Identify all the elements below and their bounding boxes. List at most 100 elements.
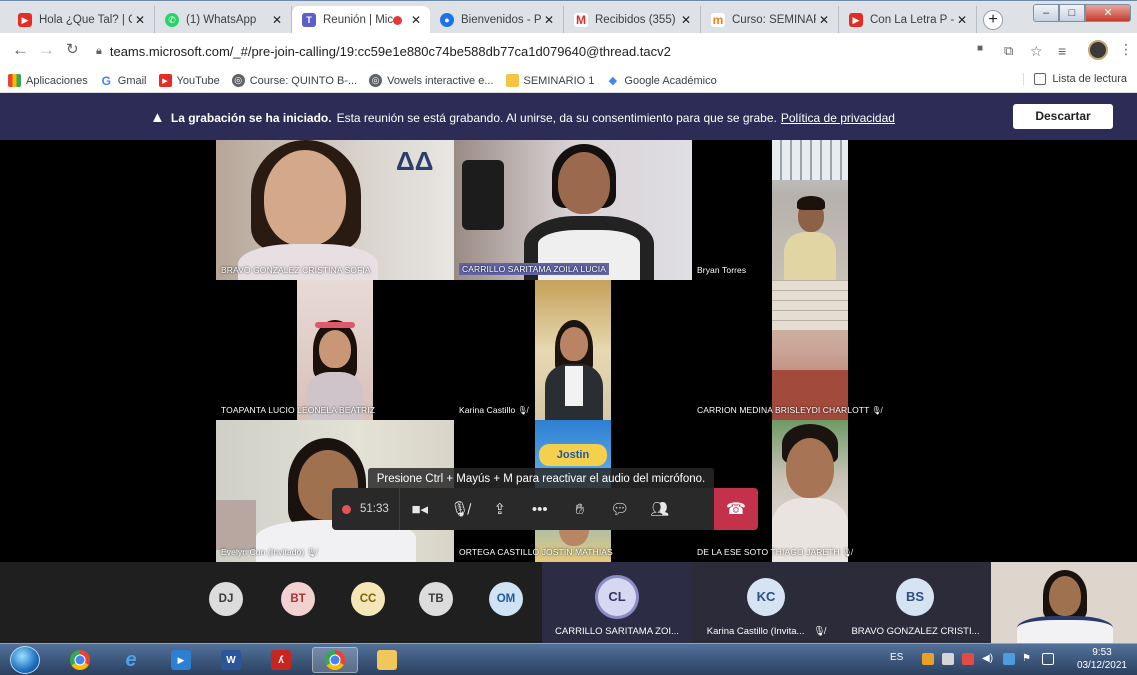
featured-name-text: Karina Castillo (Invita... xyxy=(706,626,805,637)
participant-tile[interactable]: Bryan Torres xyxy=(692,140,930,280)
privacy-policy-link[interactable]: Política de privacidad xyxy=(781,111,895,125)
bookmark-gmail[interactable]: G Gmail xyxy=(100,73,147,88)
bookmark-label: SEMINARIO 1 xyxy=(523,74,595,87)
tab-bienvenidos[interactable]: ● Bienvenidos - Prese ✕ xyxy=(430,6,564,34)
tab-reunion-teams[interactable]: T Reunión | Micr ✕ xyxy=(292,6,430,34)
tab-curso-seminario[interactable]: m Curso: SEMINARIO ✕ xyxy=(701,6,839,34)
bookmark-star-icon[interactable]: ☆ xyxy=(1030,43,1043,60)
camera-in-use-icon[interactable]: ■ xyxy=(977,43,983,54)
bookmark-course-quinto[interactable]: ◎ Course: QUINTO B-... xyxy=(231,74,357,87)
address-bar[interactable]: 🔒︎ teams.microsoft.com/_#/pre-join-calli… xyxy=(96,39,966,63)
bookmark-youtube[interactable]: ▶ YouTube xyxy=(158,74,220,87)
tab-hola-que-tal[interactable]: ▶ Hola ¿Que Tal? | Ca ✕ xyxy=(8,6,155,34)
participant-tile[interactable]: Karina Castillo 🎙︎̸ xyxy=(454,280,692,420)
reading-list-button[interactable]: Lista de lectura xyxy=(1023,73,1127,85)
profile-avatar[interactable] xyxy=(1088,40,1108,60)
windows-start-button[interactable] xyxy=(10,646,40,674)
participant-name-text: CARRION MEDINA BRISLEYDI CHARLOTT xyxy=(697,405,870,415)
self-view-video[interactable] xyxy=(991,562,1137,643)
featured-participant[interactable]: CL CARRILLO SARITAMA ZOI... xyxy=(542,562,692,643)
new-tab-button[interactable]: + xyxy=(983,10,1003,30)
participant-name: CARRILLO SARITAMA ZOILA LUCIA xyxy=(459,263,609,275)
share-screen-button[interactable]: ⇪ xyxy=(480,488,520,530)
network-icon[interactable] xyxy=(1003,653,1015,665)
tab-whatsapp[interactable]: ✆ (1) WhatsApp ✕ xyxy=(155,6,292,34)
whatsapp-icon: ✆ xyxy=(165,13,179,27)
share-icon[interactable]: ⧉ xyxy=(1004,43,1013,59)
featured-participant[interactable]: KC Karina Castillo (Invita... 🎙︎̸ xyxy=(692,562,840,643)
chrome-icon xyxy=(70,650,90,670)
bookmark-google-academico[interactable]: ◆ Google Académico xyxy=(606,74,717,88)
mic-off-icon: 🎙︎̸ xyxy=(450,501,470,518)
bookmark-seminario[interactable]: SEMINARIO 1 xyxy=(505,74,595,87)
tab-title: Hola ¿Que Tal? | Ca xyxy=(39,14,132,26)
avatar[interactable]: DJ xyxy=(209,582,243,616)
taskbar-word[interactable]: W xyxy=(208,647,254,673)
participant-tile-speaking[interactable]: CARRILLO SARITAMA ZOILA LUCIA xyxy=(454,140,692,280)
reload-icon[interactable]: ↻ xyxy=(66,41,79,59)
mic-off-icon: 🎙︎̸ xyxy=(517,406,528,415)
back-arrow-icon[interactable]: ← xyxy=(12,41,29,59)
featured-participant[interactable]: BS BRAVO GONZALEZ CRISTI... xyxy=(840,562,991,643)
close-tab-icon[interactable]: ✕ xyxy=(408,13,424,27)
taskbar-acrobat[interactable]: ʎ xyxy=(258,647,304,673)
close-window-button[interactable]: ✕ xyxy=(1085,4,1131,22)
close-tab-icon[interactable]: ✕ xyxy=(954,13,970,27)
taskbar-media-player[interactable]: ▶ xyxy=(158,647,204,673)
avatar[interactable]: CC xyxy=(351,582,385,616)
recording-banner: ▲ La grabación se ha iniciado. Esta reun… xyxy=(0,93,1137,140)
participant-tile[interactable]: ΔΔ BRAVO GONZALEZ CRISTINA SOFIA xyxy=(216,140,454,280)
minimize-button[interactable]: – xyxy=(1033,4,1059,22)
featured-name: BRAVO GONZALEZ CRISTI... xyxy=(851,626,980,637)
tab-letra-p[interactable]: ▶ Con La Letra P - Tit ✕ xyxy=(839,6,977,34)
taskbar-chrome[interactable] xyxy=(57,647,103,673)
bookmark-apps[interactable]: Aplicaciones xyxy=(8,74,88,87)
mic-button[interactable]: 🎙︎̸ xyxy=(440,488,480,530)
browser-toolbar: ← → ↻ 🔒︎ teams.microsoft.com/_#/pre-join… xyxy=(0,33,1137,69)
camera-button[interactable]: ■◂ xyxy=(400,488,440,530)
avatar[interactable]: TB xyxy=(419,582,453,616)
hang-up-button[interactable]: ☎︎ xyxy=(714,488,758,530)
participant-tile[interactable]: CARRION MEDINA BRISLEYDI CHARLOTT 🎙︎̸ xyxy=(692,280,930,420)
close-tab-icon[interactable]: ✕ xyxy=(132,13,148,27)
avatar[interactable]: OM xyxy=(489,582,523,616)
forward-arrow-icon[interactable]: → xyxy=(38,41,55,59)
maximize-button[interactable]: □ xyxy=(1059,4,1085,22)
participant-tile[interactable]: TOAPANTA LUCIO LEONELA BEATRIZ xyxy=(216,280,454,420)
menu-dots-icon[interactable]: ⋮ xyxy=(1119,41,1133,58)
close-tab-icon[interactable]: ✕ xyxy=(269,13,285,27)
tab-gmail[interactable]: M Recibidos (355) - e ✕ xyxy=(564,6,701,34)
taskbar-internet-explorer[interactable]: e xyxy=(108,647,154,673)
participant-name: Bryan Torres xyxy=(697,265,747,275)
avatar[interactable]: BT xyxy=(281,582,315,616)
flag-icon[interactable]: ⚑ xyxy=(1022,653,1034,665)
chat-button[interactable]: 💬︎ xyxy=(600,488,640,530)
more-actions-button[interactable]: ••• xyxy=(520,488,560,530)
google-icon: G xyxy=(101,73,111,88)
close-tab-icon[interactable]: ✕ xyxy=(678,13,694,27)
system-clock[interactable]: 9:53 03/12/2021 xyxy=(1077,646,1127,672)
call-timer: 51:33 xyxy=(332,488,400,530)
participants-button[interactable]: 👥︎ xyxy=(640,488,680,530)
tray-app-icon[interactable] xyxy=(922,653,934,665)
reading-list-icon[interactable]: ≡ xyxy=(1058,43,1066,59)
participant-name: TOAPANTA LUCIO LEONELA BEATRIZ xyxy=(221,405,375,415)
bookmark-label: Google Académico xyxy=(624,74,717,87)
raise-hand-button[interactable]: ✋︎ xyxy=(560,488,600,530)
unmute-hint-toast: Presione Ctrl + Mayús + M para reactivar… xyxy=(368,468,714,490)
chrome-icon xyxy=(325,650,345,670)
scholar-icon: ◆ xyxy=(608,75,618,87)
dismiss-button[interactable]: Descartar xyxy=(1013,104,1113,129)
language-indicator[interactable]: ES xyxy=(890,652,903,663)
taskbar-chrome-active[interactable] xyxy=(312,647,358,673)
close-tab-icon[interactable]: ✕ xyxy=(816,13,832,27)
tray-app-icon[interactable] xyxy=(942,653,954,665)
volume-icon[interactable]: ◀) xyxy=(982,653,994,665)
featured-name: CARRILLO SARITAMA ZOI... xyxy=(555,626,679,637)
tray-app-icon[interactable] xyxy=(962,653,974,665)
bookmark-vowels[interactable]: ◎ Vowels interactive e... xyxy=(369,74,494,87)
folder-icon xyxy=(377,650,397,670)
action-center-icon[interactable] xyxy=(1042,653,1054,665)
taskbar-explorer[interactable] xyxy=(364,647,410,673)
close-tab-icon[interactable]: ✕ xyxy=(541,13,557,27)
